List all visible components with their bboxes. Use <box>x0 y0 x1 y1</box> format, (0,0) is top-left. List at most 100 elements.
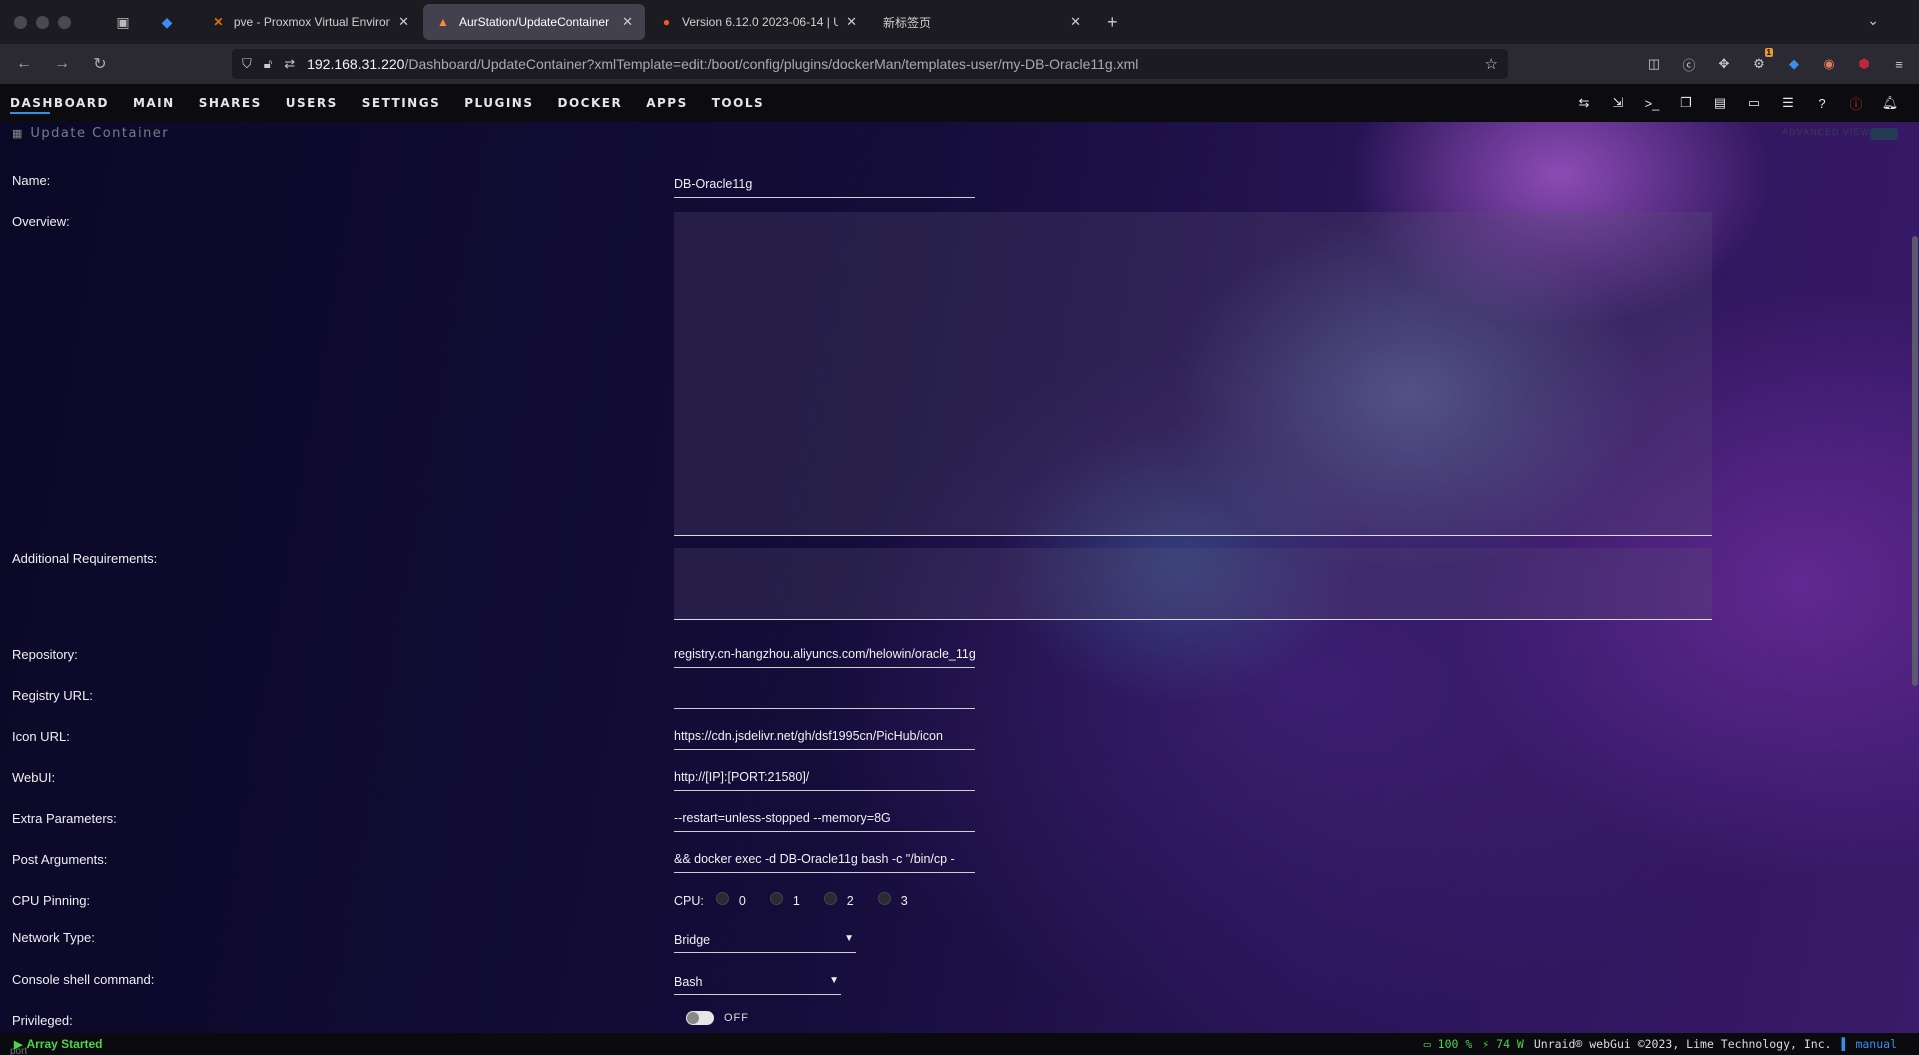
url-path: /Dashboard/UpdateContainer?xmlTemplate=e… <box>404 56 1139 72</box>
registry-url-input[interactable] <box>674 683 975 709</box>
icon-url-input[interactable]: https://cdn.jsdelivr.net/gh/dsf1995cn/Pi… <box>674 724 975 750</box>
monkey-extension-icon[interactable]: ◉ <box>1819 54 1839 74</box>
close-tab-icon[interactable]: ✕ <box>846 14 857 30</box>
name-label: Name: <box>12 173 51 188</box>
lock-icon[interactable]: 🔓︎ <box>264 56 272 72</box>
plug-icon: ⚡ <box>1482 1037 1490 1051</box>
close-tab-icon[interactable]: ✕ <box>1070 14 1081 30</box>
overview-textarea[interactable] <box>674 212 1712 536</box>
back-button[interactable]: ← <box>10 50 38 78</box>
tab-title: Version 6.12.0 2023-06-14 | Un <box>682 15 839 29</box>
extension-c-icon[interactable]: ⓒ <box>1679 54 1699 74</box>
cpu-pinning-label: CPU Pinning: <box>12 893 91 908</box>
hamburger-menu-icon[interactable]: ≡ <box>1889 54 1909 74</box>
copyright-text: Unraid® webGui ©2023, Lime Technology, I… <box>1533 1037 1832 1051</box>
checkbox-icon <box>715 891 729 905</box>
console-shell-select[interactable]: Bash ▼ <box>674 969 841 995</box>
additional-requirements-textarea[interactable] <box>674 548 1712 620</box>
extension-icons: ◫ ⓒ ✥ ⚙ 1 ◆ ◉ ⬢ ≡ <box>1644 48 1909 74</box>
tab-title: 新标签页 <box>883 15 932 30</box>
privileged-toggle[interactable]: OFF <box>686 1011 749 1025</box>
cpu-number: 0 <box>738 894 746 908</box>
close-tab-icon[interactable]: ✕ <box>398 14 409 30</box>
cpu-checkbox-1[interactable]: 1 <box>769 891 800 908</box>
pinned-tab-diamond-icon[interactable]: ◆ <box>155 14 179 31</box>
shield-icon[interactable]: ⛉ <box>242 56 252 72</box>
unraid-warning-icon: ▲ <box>437 15 449 29</box>
post-arguments-input[interactable]: && docker exec -d DB-Oracle11g bash -c "… <box>674 847 975 873</box>
proxmox-icon: ✕ <box>213 15 224 29</box>
overview-label: Overview: <box>12 214 70 229</box>
diamond-extension-icon[interactable]: ◆ <box>1784 54 1804 74</box>
network-type-select[interactable]: Bridge ▼ <box>674 927 856 953</box>
dropdown-caret-icon: ▼ <box>844 933 854 944</box>
repository-label: Repository: <box>12 647 78 662</box>
network-type-value: Bridge <box>674 933 711 947</box>
cpu-checkbox-2[interactable]: 2 <box>823 891 854 908</box>
manual-link-text: manual <box>1855 1037 1897 1051</box>
console-shell-label: Console shell command: <box>12 972 155 987</box>
array-status: ▶ Array Started <box>14 1037 103 1051</box>
reload-button[interactable]: ↻ <box>86 50 114 78</box>
checkbox-icon <box>769 891 783 905</box>
repository-input[interactable]: registry.cn-hangzhou.aliyuncs.com/helowi… <box>674 642 975 668</box>
tab-new-tab[interactable]: 新标签页 ✕ <box>871 4 1093 40</box>
cpu-number: 3 <box>900 894 908 908</box>
privileged-label: Privileged: <box>12 1013 73 1028</box>
tab-title: AurStation/UpdateContainer <box>459 15 610 29</box>
unraid-footer: ▶ Array Started ▭ 100 % ⚡ 74 W Unraid® we… <box>0 1033 1919 1055</box>
forward-button[interactable]: → <box>48 50 76 78</box>
pocket-icon[interactable]: ◫ <box>1644 54 1664 74</box>
url-host: 192.168.31.220 <box>307 56 405 72</box>
tab-version-notes[interactable]: ● Version 6.12.0 2023-06-14 | Un ✕ <box>647 4 869 40</box>
array-status-text: Array Started <box>26 1037 103 1051</box>
close-window-button[interactable] <box>14 15 27 29</box>
maximize-window-button[interactable] <box>58 15 71 29</box>
bookmark-star-icon[interactable]: ☆ <box>1485 55 1498 73</box>
post-arguments-label: Post Arguments: <box>12 852 108 867</box>
extra-parameters-label: Extra Parameters: <box>12 811 117 826</box>
additional-requirements-label: Additional Requirements: <box>12 551 158 566</box>
unraid-logo-icon: ● <box>662 15 671 29</box>
ublock-icon[interactable]: ⬢ <box>1854 54 1874 74</box>
list-all-tabs-icon[interactable]: ⌄ <box>1867 12 1879 29</box>
extension-badge: 1 <box>1764 48 1773 57</box>
minimize-window-button[interactable] <box>36 15 49 29</box>
cpu-pinning-options: CPU: 0 1 2 3 <box>674 891 932 908</box>
webui-input[interactable]: http://[IP]:[PORT:21580]/ <box>674 765 975 791</box>
container-form: Name: DB-Oracle11g Overview: Additional … <box>0 84 1900 1055</box>
page-content: DASHBOARD MAIN SHARES USERS SETTINGS PLU… <box>0 84 1919 1055</box>
permissions-icon[interactable]: ⇄ <box>284 56 295 72</box>
firefox-view-icon[interactable]: ▣ <box>111 10 135 34</box>
power-status: ⚡ 74 W <box>1482 1037 1524 1051</box>
url-text[interactable]: 192.168.31.220/Dashboard/UpdateContainer… <box>307 56 1138 72</box>
power-value: 74 W <box>1496 1037 1524 1051</box>
close-tab-icon[interactable]: ✕ <box>622 14 633 30</box>
window-controls <box>14 15 71 29</box>
manual-link[interactable]: ▌ manual <box>1842 1037 1897 1051</box>
toggle-switch[interactable] <box>686 1011 714 1025</box>
tab-proxmox[interactable]: ✕ pve - Proxmox Virtual Environm ✕ <box>199 4 421 40</box>
cpu-number: 1 <box>792 894 800 908</box>
extensions-icon[interactable]: ✥ <box>1714 54 1734 74</box>
cpu-checkbox-3[interactable]: 3 <box>877 891 908 908</box>
webui-label: WebUI: <box>12 770 56 785</box>
book-icon: ▌ <box>1841 1037 1849 1051</box>
icon-url-label: Icon URL: <box>12 729 70 744</box>
battery-value: 100 % <box>1437 1037 1473 1051</box>
battery-status: ▭ 100 % <box>1424 1037 1473 1051</box>
dropdown-caret-icon: ▼ <box>829 975 839 986</box>
tab-title: pve - Proxmox Virtual Environm <box>233 15 391 29</box>
extra-parameters-input[interactable]: --restart=unless-stopped --memory=8G <box>674 806 975 832</box>
extension-badge-icon[interactable]: ⚙ 1 <box>1749 48 1773 74</box>
cpu-checkbox-0[interactable]: 0 <box>715 891 746 908</box>
name-input[interactable]: DB-Oracle11g <box>674 172 975 198</box>
new-tab-button[interactable]: + <box>1107 12 1118 33</box>
url-bar[interactable]: ⛉ 🔓︎ ⇄ 192.168.31.220/Dashboard/UpdateCo… <box>232 49 1508 79</box>
tab-update-container[interactable]: ▲ AurStation/UpdateContainer ✕ <box>423 4 645 40</box>
page-scrollbar[interactable] <box>1912 236 1918 686</box>
battery-icon: ▭ <box>1423 1037 1431 1051</box>
cpu-prefix-label: CPU: <box>674 894 704 908</box>
toggle-state: OFF <box>724 1012 749 1024</box>
console-shell-value: Bash <box>674 975 703 989</box>
